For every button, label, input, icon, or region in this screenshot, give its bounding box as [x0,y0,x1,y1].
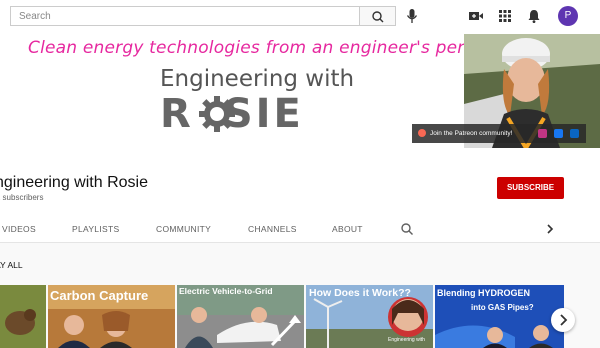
tab-community[interactable]: COMMUNITY [156,224,211,234]
patreon-link[interactable]: Join the Patreon community! [412,124,586,143]
tab-about[interactable]: ABOUT [332,224,363,234]
channel-tabs: VIDEOS PLAYLISTS COMMUNITY CHANNELS ABOU… [0,216,600,243]
gear-logo-icon [199,96,235,132]
notifications-bell-icon[interactable] [526,8,542,24]
video-title: How Does it Work?? [309,287,411,299]
video-thumbnail[interactable] [0,285,46,348]
instagram-icon[interactable] [538,129,547,138]
user-avatar[interactable]: P [558,6,578,26]
video-thumbnail[interactable]: Carbon Capture [48,285,175,348]
subscriber-count: K subscribers [0,193,44,202]
search-button[interactable] [359,6,396,26]
play-all-button[interactable]: AY ALL [0,260,23,270]
search-input[interactable]: Search [10,6,359,26]
tab-channels[interactable]: CHANNELS [248,224,297,234]
carousel-next-button[interactable] [551,308,575,332]
search-icon [372,11,384,23]
tab-videos[interactable]: VIDEOS [2,224,36,234]
linkedin-icon[interactable] [570,129,579,138]
top-bar: Search P [0,0,600,32]
patreon-icon [418,129,426,137]
banner-letters-start: R [160,91,194,137]
video-badge: Engineering with [388,337,425,343]
video-subtitle: into GAS Pipes? [471,303,534,312]
create-video-icon[interactable] [468,8,484,24]
chevron-right-icon[interactable] [543,222,557,236]
chevron-right-icon [560,314,568,326]
banner-title-line1: Engineering with [160,66,355,92]
apps-grid-icon[interactable] [497,8,513,24]
video-thumbnail[interactable]: Blending HYDROGEN into GAS Pipes? [435,285,564,348]
facebook-icon[interactable] [554,129,563,138]
banner-tagline: Clean energy technologies from an engine… [28,38,538,58]
microphone-icon[interactable] [404,7,420,25]
channel-name: ngineering with Rosie [0,174,148,191]
patreon-label: Join the Patreon community! [430,130,513,137]
video-title: Carbon Capture [50,288,149,303]
video-title: Blending HYDROGEN [437,288,531,298]
video-thumbnail[interactable]: Electric Vehicle-to-Grid [177,285,304,348]
channel-search-icon[interactable] [400,222,414,236]
subscribe-button[interactable]: SUBSCRIBE [497,177,564,199]
video-title: Electric Vehicle-to-Grid [179,286,273,296]
tab-playlists[interactable]: PLAYLISTS [72,224,119,234]
search-placeholder: Search [19,11,51,22]
video-thumbnail[interactable]: How Does it Work?? Engineering with [306,285,433,348]
